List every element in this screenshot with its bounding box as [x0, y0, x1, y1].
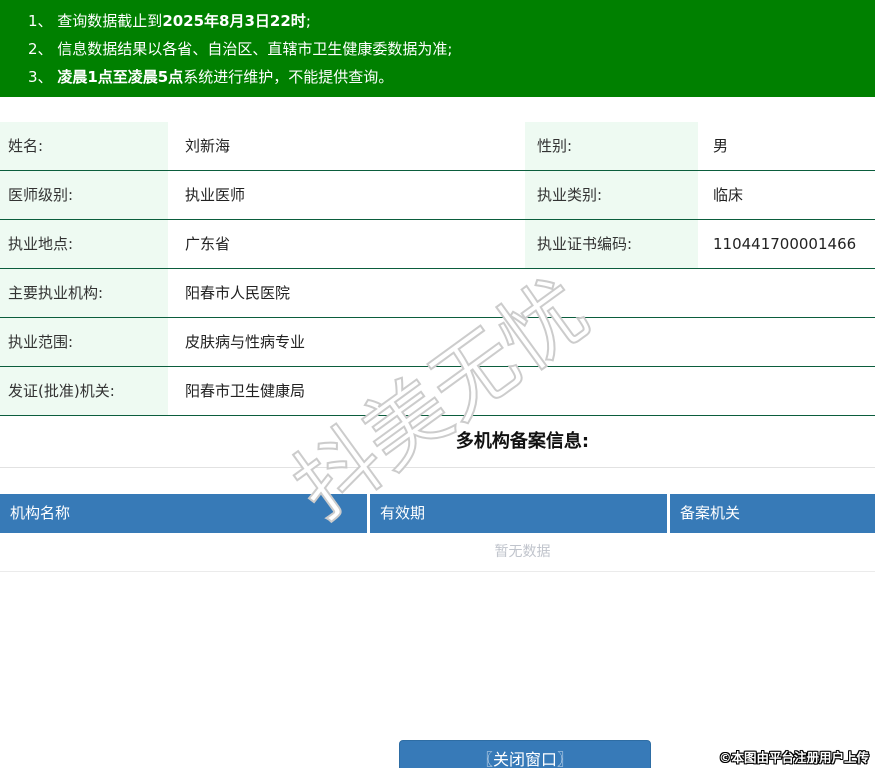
- notice-3-bold-hours: 凌晨1点至凌晨5点: [57, 68, 183, 86]
- issuing-authority-value: 阳春市卫生健康局: [174, 367, 875, 415]
- table-row-level-category: 医师级别: 执业医师 执业类别: 临床: [0, 171, 875, 220]
- notice-3-text: 系统进行维护，不能提供查询。: [183, 68, 393, 86]
- copyright-stamp: ©本图由平台注册用户上传: [719, 747, 869, 766]
- table-row-name-gender: 姓名: 刘新海 性别: 男: [0, 122, 875, 171]
- certificate-number-label: 执业证书编码:: [525, 220, 698, 268]
- doctor-level-label: 医师级别:: [0, 171, 168, 219]
- gender-value: 男: [706, 122, 875, 170]
- practice-category-value: 临床: [706, 171, 875, 219]
- notice-1-suffix: ;: [306, 12, 311, 30]
- table-row-scope: 执业范围: 皮肤病与性病专业: [0, 318, 875, 367]
- multi-org-section-title-row: 多机构备案信息:: [0, 416, 875, 468]
- table-row-location-cert: 执业地点: 广东省 执业证书编码: 110441700001466: [0, 220, 875, 269]
- close-window-button[interactable]: 〖关闭窗口〗: [399, 740, 651, 768]
- notice-3-prefix: 3、: [28, 68, 57, 86]
- gender-label: 性别:: [525, 122, 698, 170]
- practice-category-label: 执业类别:: [525, 171, 698, 219]
- practice-location-value: 广东省: [174, 220, 519, 268]
- practice-scope-label: 执业范围:: [0, 318, 168, 366]
- notice-banner: 1、 查询数据截止到2025年8月3日22时; 2、 信息数据结果以各省、自治区…: [0, 0, 875, 97]
- certificate-number-value: 110441700001466: [706, 220, 875, 268]
- cell-gap: [698, 122, 706, 170]
- main-organization-value: 阳春市人民医院: [174, 269, 875, 317]
- table-row-main-org: 主要执业机构: 阳春市人民医院: [0, 269, 875, 318]
- notice-1-text: 1、 查询数据截止到: [28, 12, 162, 30]
- doctor-level-value: 执业医师: [174, 171, 519, 219]
- issuing-authority-label: 发证(批准)机关:: [0, 367, 168, 415]
- column-header-validity: 有效期: [370, 494, 670, 533]
- practice-location-label: 执业地点:: [0, 220, 168, 268]
- notice-1-bold-date: 2025年8月3日22时: [162, 12, 306, 30]
- multi-org-section-title: 多机构备案信息:: [456, 431, 589, 452]
- column-header-org-name: 机构名称: [0, 494, 370, 533]
- practitioner-info-table: 姓名: 刘新海 性别: 男 医师级别: 执业医师 执业类别: 临床 执业地点: …: [0, 122, 875, 416]
- column-header-record-authority: 备案机关: [670, 494, 875, 533]
- cell-gap: [698, 171, 706, 219]
- notice-line-2: 2、 信息数据结果以各省、自治区、直辖市卫生健康委数据为准;: [28, 35, 865, 63]
- practitioner-license-query-result-page: 1、 查询数据截止到2025年8月3日22时; 2、 信息数据结果以各省、自治区…: [0, 0, 875, 768]
- notice-line-3: 3、 凌晨1点至凌晨5点系统进行维护，不能提供查询。: [28, 63, 865, 91]
- no-data-text: 暂无数据: [495, 544, 551, 560]
- notice-2-text: 2、 信息数据结果以各省、自治区、直辖市卫生健康委数据为准;: [28, 40, 452, 58]
- multi-org-table-header: 机构名称 有效期 备案机关: [0, 494, 875, 533]
- name-value: 刘新海: [174, 122, 519, 170]
- table-row-issuer: 发证(批准)机关: 阳春市卫生健康局: [0, 367, 875, 416]
- practice-scope-value: 皮肤病与性病专业: [174, 318, 875, 366]
- cell-gap: [698, 220, 706, 268]
- name-label: 姓名:: [0, 122, 168, 170]
- main-organization-label: 主要执业机构:: [0, 269, 168, 317]
- no-data-row: 暂无数据: [0, 533, 875, 572]
- notice-line-1: 1、 查询数据截止到2025年8月3日22时;: [28, 7, 865, 35]
